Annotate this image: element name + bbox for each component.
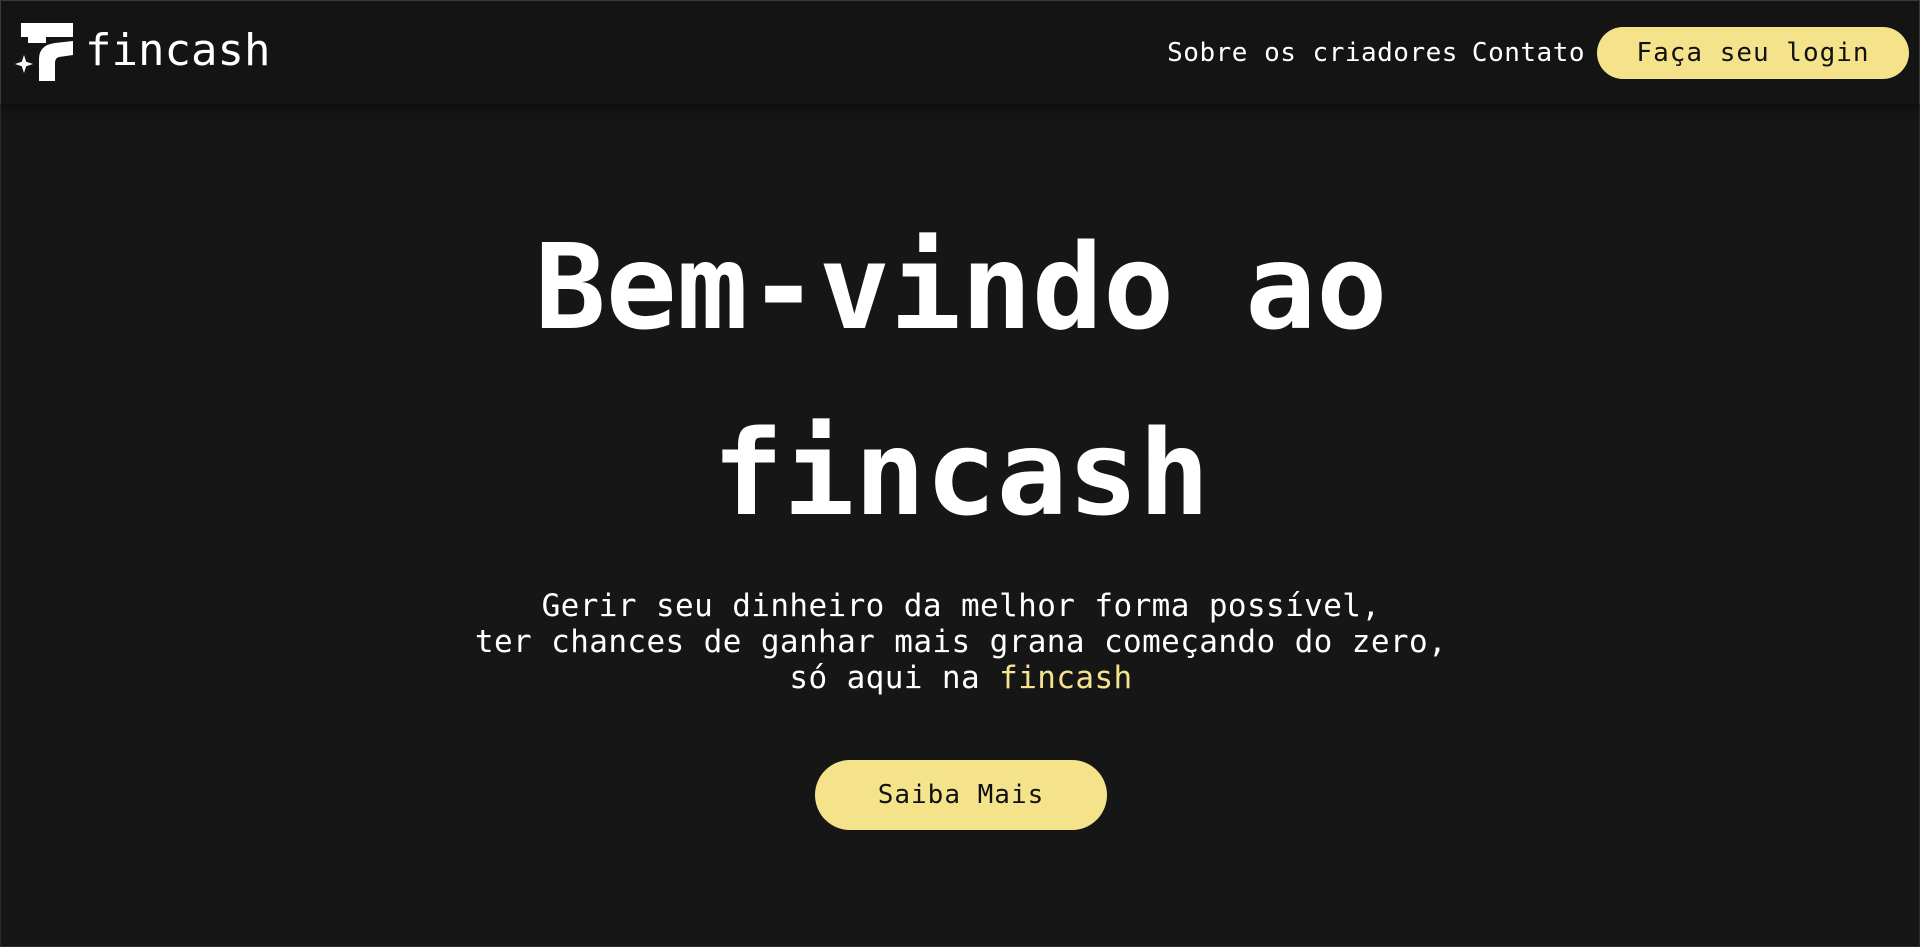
nav-link-about-creators[interactable]: Sobre os criadores [1167,38,1458,68]
brand-link[interactable]: fincash [13,21,270,85]
nav-link-contact[interactable]: Contato [1472,38,1585,68]
login-button[interactable]: Faça seu login [1597,27,1909,79]
hero-subtitle-brand-highlight: fincash [999,660,1133,696]
hero-subtitle: Gerir seu dinheiro da melhor forma possí… [1,588,1920,696]
hero-title-line-1: Bem-vindo ao [534,218,1388,356]
hero-section: Bem-vindo ao fincash Gerir seu dinheiro … [0,104,1920,947]
hero-title-line-2: fincash [712,404,1210,542]
hero-subtitle-line-2: ter chances de ganhar mais grana começan… [474,624,1448,660]
hero-title: Bem-vindo ao fincash [1,194,1920,566]
navbar: fincash Sobre os criadores Contato Faça … [0,0,1920,104]
nav-links: Sobre os criadores Contato Faça seu logi… [1167,27,1909,79]
hero-subtitle-line-3: só aqui na fincash [1,660,1920,696]
hero-subtitle-line-3-prefix: só aqui na [789,660,981,696]
hero-subtitle-line-1: Gerir seu dinheiro da melhor forma possí… [541,588,1381,624]
brand-name: fincash [85,25,271,76]
learn-more-button[interactable]: Saiba Mais [815,760,1107,830]
fincash-logo-icon [15,23,73,81]
